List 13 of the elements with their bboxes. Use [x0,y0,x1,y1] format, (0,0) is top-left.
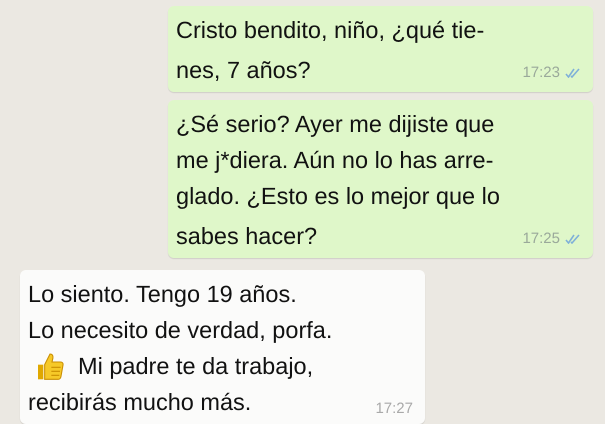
message-text: Lo siento. Tengo 19 años. [28,280,297,309]
timestamp: 17:25 [522,230,560,248]
message-text: recibirás mucho más. [28,388,252,417]
message-text: ¿Sé serio? Ayer me dijiste que [176,110,494,139]
message-text: glado. ¿Esto es lo mejor que lo [176,182,500,211]
timestamp: 17:23 [522,64,560,82]
message-text: nes, 7 años? [176,56,311,85]
message-text: me j*diera. Aún no lo has arre- [176,146,494,175]
message-text: sabes hacer? [176,222,318,251]
message-text: Lo necesito de verdad, porfa. [28,316,332,345]
timestamp: 17:27 [375,400,413,418]
message-text: Mi padre te da trabajo, [78,352,314,381]
message-text: Cristo bendito, niño, ¿qué tie- [176,16,484,45]
